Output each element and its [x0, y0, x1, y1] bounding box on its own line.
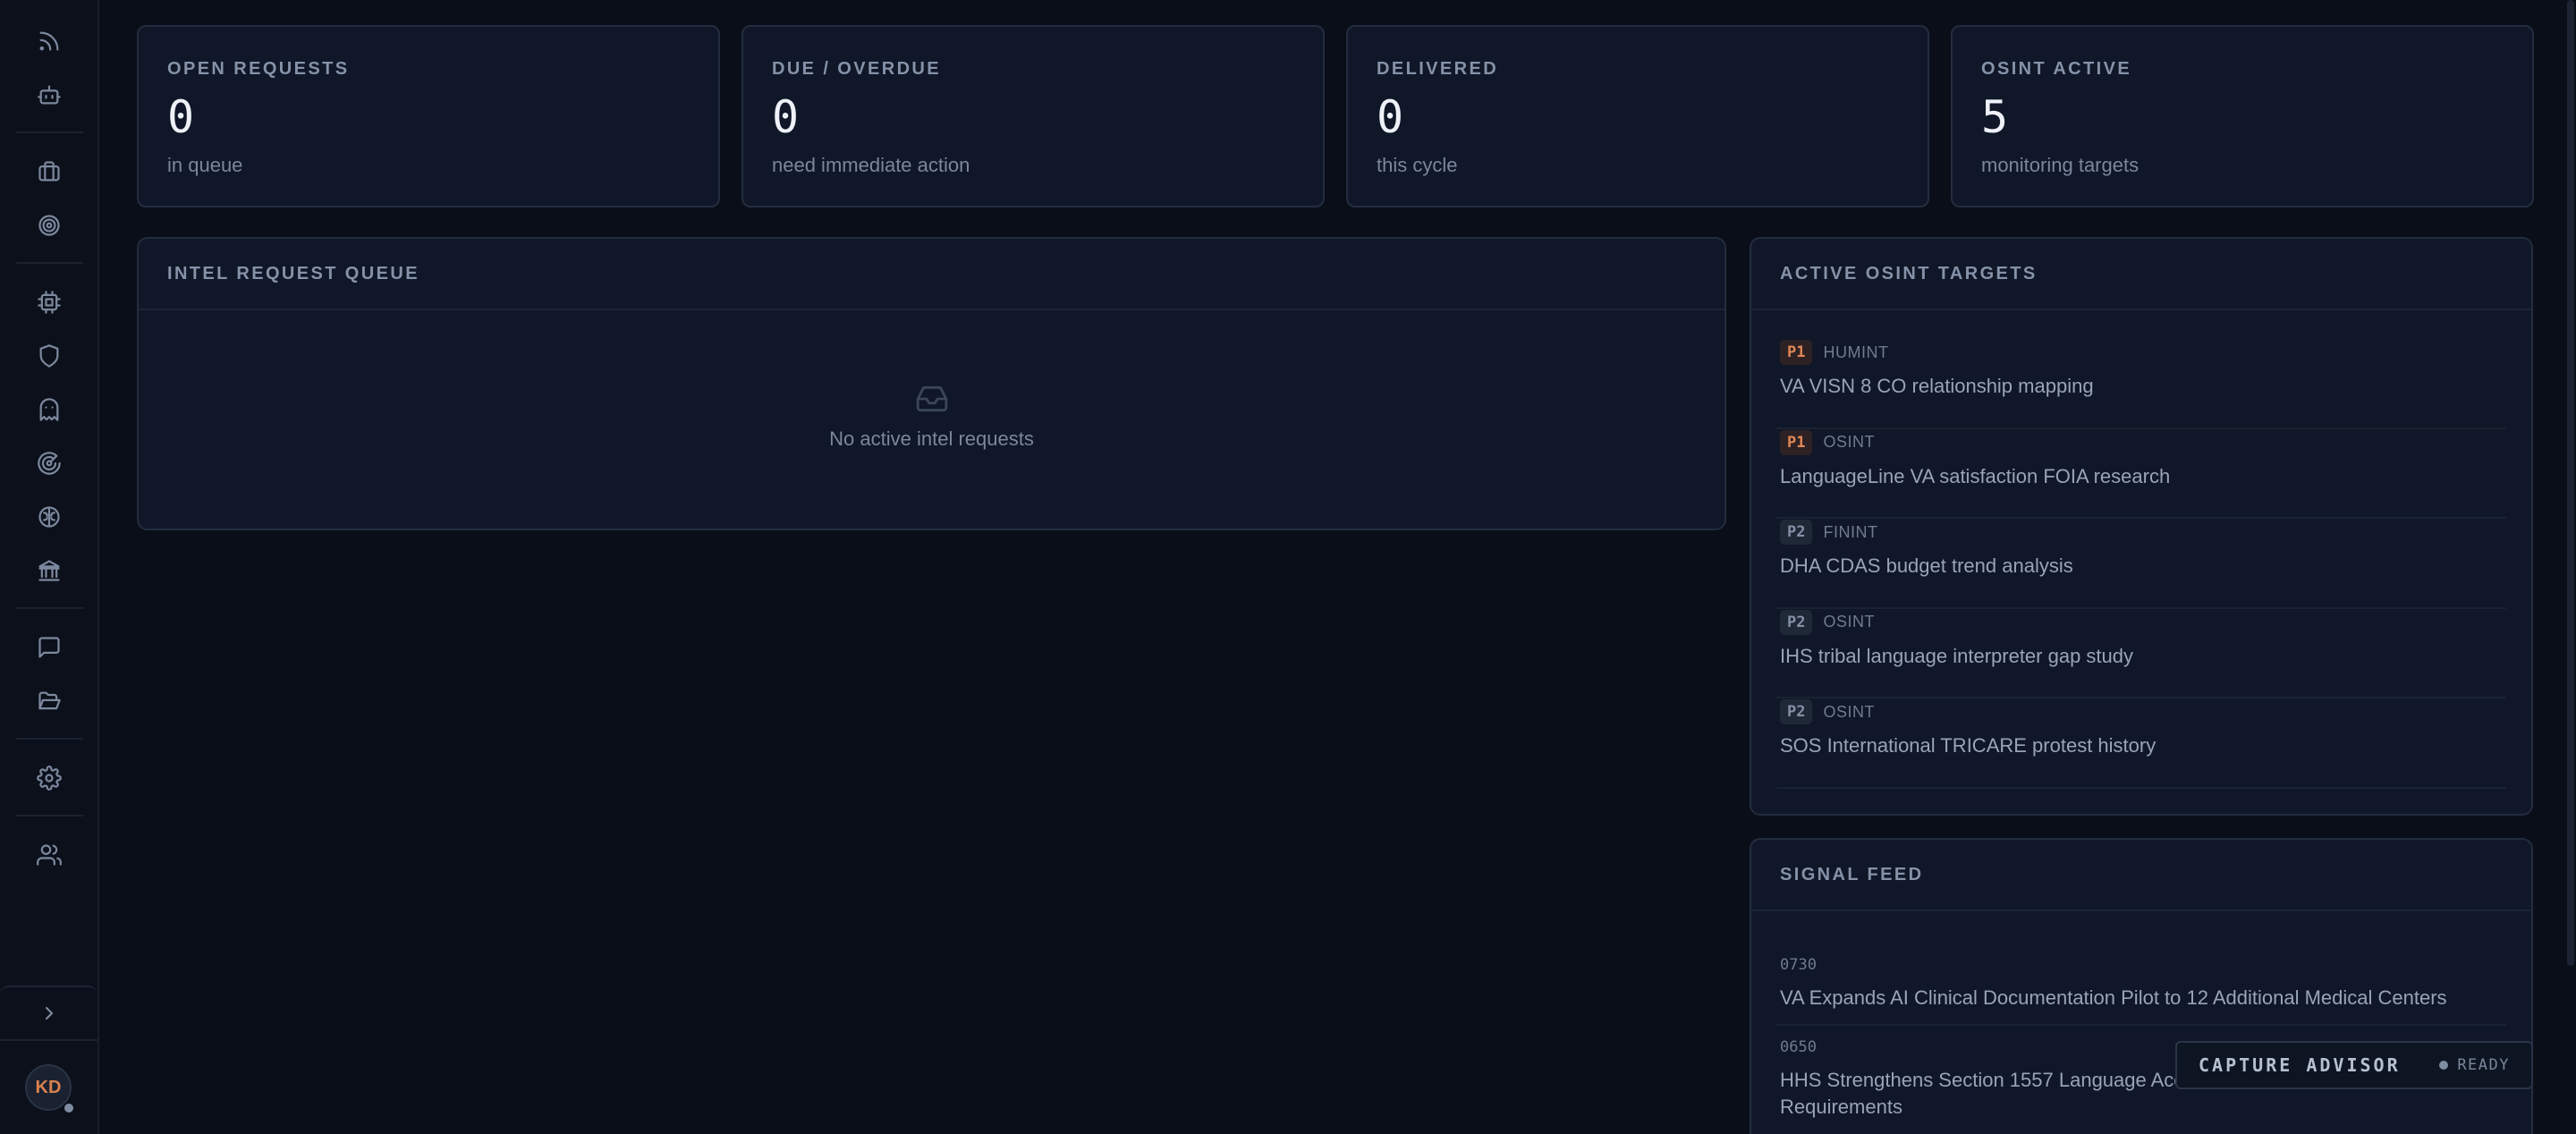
sidebar-divider [16, 131, 83, 133]
briefcase-icon[interactable] [30, 152, 69, 191]
target-icon[interactable] [30, 206, 69, 245]
priority-badge: P1 [1780, 340, 1813, 365]
target-type: FININT [1823, 522, 1878, 541]
shield-icon[interactable] [30, 336, 69, 376]
page-scrollbar[interactable] [2563, 0, 2576, 1134]
sidebar-expand-button[interactable] [0, 986, 97, 1041]
avatar-initials: KD [35, 1077, 62, 1097]
panel-title: SIGNAL FEED [1751, 840, 2531, 911]
stat-caption: need immediate action [772, 154, 970, 176]
bot-icon[interactable] [30, 75, 69, 114]
list-item[interactable]: 0730 VA Expands AI Clinical Documentatio… [1776, 956, 2506, 1026]
priority-badge: P2 [1780, 699, 1813, 724]
gear-icon[interactable] [30, 758, 69, 798]
target-type: HUMINT [1823, 343, 1889, 361]
target-title: IHS tribal language interpreter gap stud… [1780, 644, 2134, 667]
target-list: P1 HUMINT VA VISN 8 CO relationship mapp… [1776, 339, 2506, 789]
chevron-right-icon [38, 1003, 60, 1024]
inbox-icon [915, 385, 949, 419]
list-item[interactable]: P2 OSINT IHS tribal language interpreter… [1776, 609, 2506, 698]
stat-card-osint-active: OSINT ACTIVE 5 monitoring targets [1951, 25, 2534, 207]
stat-value: 5 [1981, 91, 2009, 143]
target-type: OSINT [1823, 433, 1875, 451]
list-item[interactable]: P1 OSINT LanguageLine VA satisfaction FO… [1776, 429, 2506, 519]
priority-badge: P2 [1780, 520, 1813, 545]
status-dot [2439, 1061, 2449, 1070]
stat-label: DUE / OVERDUE [772, 59, 942, 79]
users-icon[interactable] [30, 835, 69, 875]
rss-icon[interactable] [30, 21, 69, 61]
target-title: DHA CDAS budget trend analysis [1780, 554, 2073, 577]
panel-title: ACTIVE OSINT TARGETS [1751, 239, 2531, 310]
folder-open-icon[interactable] [30, 681, 69, 721]
advisor-status-text: READY [2457, 1056, 2510, 1074]
stat-label: OSINT ACTIVE [1981, 59, 2132, 79]
target-type: OSINT [1823, 613, 1875, 630]
stat-label: OPEN REQUESTS [167, 59, 350, 79]
scrollbar-thumb[interactable] [2567, 0, 2574, 966]
feed-time: 0730 [1780, 956, 1817, 974]
capture-advisor-button[interactable]: CAPTURE ADVISOR READY [2175, 1041, 2533, 1089]
stat-card-due-overdue: DUE / OVERDUE 0 need immediate action [741, 25, 1325, 207]
target-title: LanguageLine VA satisfaction FOIA resear… [1780, 464, 2171, 487]
brain-icon[interactable] [30, 497, 69, 537]
target-type: OSINT [1823, 702, 1875, 721]
list-item[interactable]: P1 HUMINT VA VISN 8 CO relationship mapp… [1776, 339, 2506, 429]
empty-state: No active intel requests [139, 382, 1724, 451]
stat-value: 0 [167, 91, 195, 143]
bank-icon[interactable] [30, 551, 69, 590]
list-item[interactable]: P2 OSINT SOS International TRICARE prote… [1776, 698, 2506, 789]
sidebar-divider [16, 607, 83, 609]
capture-advisor-title: CAPTURE ADVISOR [2199, 1054, 2401, 1076]
stat-value: 0 [1377, 91, 1404, 143]
stat-caption: monitoring targets [1981, 154, 2140, 176]
stat-label: DELIVERED [1377, 59, 1499, 79]
sidebar: KD [0, 0, 99, 1134]
message-icon[interactable] [30, 628, 69, 667]
active-osint-targets-panel: ACTIVE OSINT TARGETS P1 HUMINT VA VISN 8… [1750, 237, 2533, 816]
target-title: VA VISN 8 CO relationship mapping [1780, 375, 2094, 397]
signal-feed-panel: SIGNAL FEED 0730 VA Expands AI Clinical … [1750, 838, 2533, 1134]
list-item[interactable]: P2 FININT DHA CDAS budget trend analysis [1776, 519, 2506, 609]
sidebar-divider [16, 738, 83, 740]
stat-value: 0 [772, 91, 800, 143]
feed-title: VA Expands AI Clinical Documentation Pil… [1780, 986, 2447, 1009]
radar-icon[interactable] [30, 444, 69, 483]
cpu-icon[interactable] [30, 283, 69, 322]
panel-title: INTEL REQUEST QUEUE [139, 239, 1724, 310]
ghost-icon[interactable] [30, 390, 69, 429]
sidebar-divider [16, 815, 83, 817]
stat-caption: in queue [167, 154, 243, 176]
target-title: SOS International TRICARE protest histor… [1780, 734, 2157, 757]
sidebar-divider [16, 262, 83, 264]
priority-badge: P1 [1780, 429, 1813, 455]
intel-request-queue-panel: INTEL REQUEST QUEUE No active intel requ… [137, 237, 1726, 530]
stat-caption: this cycle [1377, 154, 1458, 176]
advisor-status: READY [2439, 1056, 2510, 1074]
stat-card-delivered: DELIVERED 0 this cycle [1346, 25, 1929, 207]
presence-status-dot [63, 1102, 75, 1114]
priority-badge: P2 [1780, 609, 1813, 635]
empty-state-text: No active intel requests [829, 427, 1034, 450]
stat-card-open-requests: OPEN REQUESTS 0 in queue [137, 25, 720, 207]
